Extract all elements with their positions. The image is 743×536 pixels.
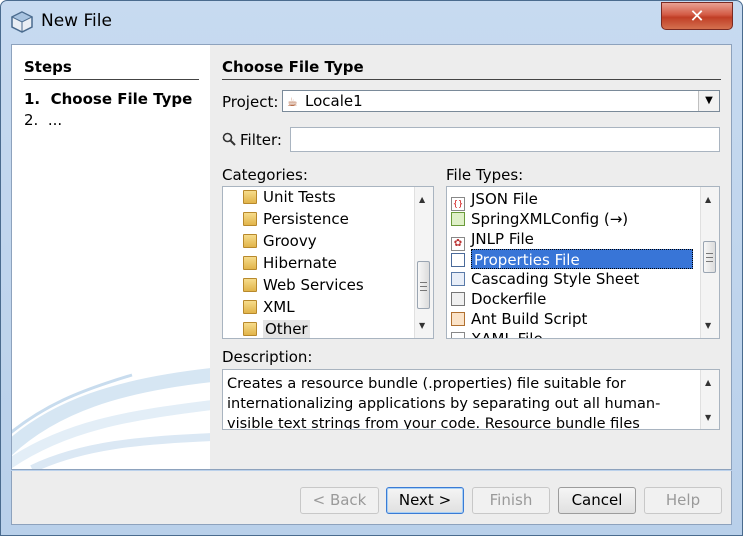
spring-config-icon [451, 212, 465, 226]
project-value: Locale1 [305, 92, 363, 110]
grip-line [420, 290, 427, 291]
step-number: 2. [24, 111, 39, 129]
chevron-down-icon[interactable]: ▼ [698, 91, 719, 111]
scroll-thumb[interactable] [417, 261, 430, 309]
scroll-down-icon[interactable]: ▼ [419, 321, 425, 330]
step-label: Choose File Type [50, 90, 193, 108]
grip-line [420, 286, 427, 287]
grip-line [706, 253, 713, 254]
step-item: 1. Choose File Type [24, 90, 192, 108]
file-type-item[interactable]: SpringXMLConfig (→) [451, 209, 628, 229]
file-type-item[interactable]: Cascading Style Sheet [451, 269, 639, 289]
file-types-label: File Types: [446, 166, 524, 184]
grip-line [420, 282, 427, 283]
file-types-scrollbar[interactable]: ▲ ▼ [700, 187, 719, 338]
category-item[interactable]: Hibernate [243, 253, 337, 273]
categories-scrollbar[interactable]: ▲ ▼ [414, 187, 433, 338]
steps-panel: Steps 1. Choose File Type 2. ... [12, 45, 210, 469]
category-item[interactable]: XML [243, 297, 295, 317]
scroll-up-icon[interactable]: ▲ [419, 195, 425, 204]
description-scrollbar[interactable]: ▲ ▼ [700, 370, 719, 429]
dialog-content: Steps 1. Choose File Type 2. ... Choose … [11, 44, 732, 470]
close-button[interactable]: ✕ [661, 2, 733, 30]
title-bar[interactable]: New File ✕ [1, 1, 742, 43]
project-label: Project: [222, 93, 279, 111]
scroll-up-icon[interactable]: ▲ [705, 378, 711, 387]
finish-button[interactable]: Finish [472, 487, 550, 514]
ant-script-icon [451, 312, 465, 326]
xaml-file-icon [451, 332, 465, 338]
categories-label: Categories: [222, 166, 308, 184]
scroll-thumb[interactable] [703, 241, 716, 273]
close-icon: ✕ [689, 6, 705, 27]
main-panel: Choose File Type Project: ☕ Locale1 ▼ Fi… [210, 45, 731, 469]
description-label: Description: [222, 348, 313, 366]
category-item[interactable]: Web Services [243, 275, 364, 295]
step-item: 2. ... [24, 111, 62, 129]
help-button[interactable]: Help [644, 487, 722, 514]
scroll-up-icon[interactable]: ▲ [705, 195, 711, 204]
category-item[interactable]: Persistence [243, 209, 349, 229]
window-title: New File [41, 11, 112, 31]
folder-icon [243, 234, 257, 248]
java-cup-icon: ☕ [287, 95, 298, 109]
filter-input[interactable] [290, 127, 720, 152]
app-icon [11, 11, 33, 33]
file-type-item[interactable]: Ant Build Script [451, 309, 587, 329]
category-item-selected[interactable]: Other [243, 319, 310, 338]
page-title: Choose File Type [222, 58, 721, 80]
categories-list[interactable]: Unit Tests Persistence Groovy Hibernate … [222, 186, 434, 339]
file-type-item[interactable]: Dockerfile [451, 289, 546, 309]
css-file-icon [451, 272, 465, 286]
properties-file-icon [451, 253, 465, 267]
folder-icon [243, 212, 257, 226]
description-box[interactable]: Creates a resource bundle (.properties) … [222, 369, 720, 430]
folder-icon [243, 190, 257, 204]
file-types-list[interactable]: {} JSON File SpringXMLConfig (→) ✿ JNLP Fi… [446, 186, 720, 339]
grip-line [706, 257, 713, 258]
file-type-item[interactable]: {} JSON File [451, 189, 538, 211]
cancel-button[interactable]: Cancel [558, 487, 636, 514]
dockerfile-icon [451, 292, 465, 306]
next-button[interactable]: Next > [386, 487, 464, 514]
back-button[interactable]: < Back [300, 487, 379, 514]
decorative-swoosh [12, 368, 210, 469]
file-type-item[interactable]: ✿ JNLP File [451, 229, 534, 251]
folder-icon [243, 278, 257, 292]
steps-heading: Steps [24, 58, 199, 80]
folder-icon [243, 256, 257, 270]
search-icon [222, 132, 236, 146]
step-label: ... [47, 111, 63, 129]
scroll-down-icon[interactable]: ▼ [705, 413, 711, 422]
step-number: 1. [24, 90, 41, 108]
description-text: Creates a resource bundle (.properties) … [227, 376, 661, 430]
folder-icon [243, 300, 257, 314]
project-dropdown[interactable]: ☕ Locale1 ▼ [282, 90, 720, 112]
grip-line [706, 261, 713, 262]
filter-label: Filter: [240, 131, 282, 149]
scroll-down-icon[interactable]: ▼ [705, 321, 711, 330]
category-item[interactable]: Unit Tests [243, 187, 336, 207]
button-bar: < Back Next > Finish Cancel Help [11, 471, 732, 525]
file-type-item[interactable]: XAML File [451, 329, 543, 338]
new-file-dialog: New File ✕ Steps 1. Choose File Type 2. … [0, 0, 743, 536]
folder-icon [243, 322, 257, 336]
file-type-item-selected[interactable]: Properties File [451, 249, 693, 269]
category-item[interactable]: Groovy [243, 231, 317, 251]
